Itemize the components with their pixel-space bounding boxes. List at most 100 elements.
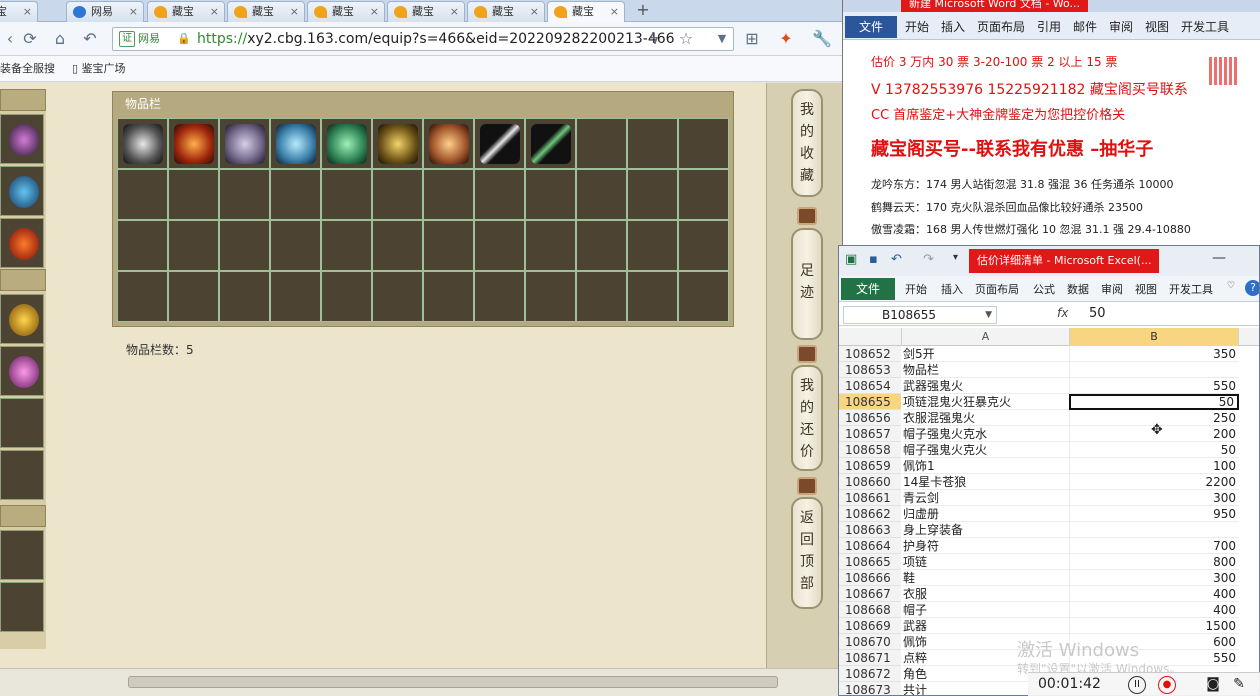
cell-b[interactable]: 300 xyxy=(1069,570,1239,586)
cell-a[interactable]: 武器强鬼火 xyxy=(903,378,1069,394)
game-icon[interactable]: ✦ xyxy=(776,29,796,49)
inventory-slot[interactable] xyxy=(372,220,423,271)
equip-slot[interactable] xyxy=(0,166,44,216)
chevron-down-icon[interactable]: ▼ xyxy=(712,29,732,49)
inventory-slot[interactable] xyxy=(627,220,678,271)
cell-a[interactable]: 剑5开 xyxy=(903,346,1069,362)
inventory-slot[interactable] xyxy=(678,118,729,169)
inventory-slot[interactable] xyxy=(321,220,372,271)
url-text[interactable]: https://xy2.cbg.163.com/equip?s=466&eid=… xyxy=(197,30,675,48)
equip-slot[interactable] xyxy=(0,114,44,164)
close-icon[interactable]: × xyxy=(23,2,32,21)
inventory-slot[interactable] xyxy=(270,118,321,169)
inventory-slot[interactable] xyxy=(321,118,372,169)
inventory-slot[interactable] xyxy=(576,118,627,169)
equip-slot[interactable] xyxy=(0,398,44,448)
inventory-slot[interactable] xyxy=(168,118,219,169)
inventory-slot[interactable] xyxy=(321,271,372,322)
row-number[interactable]: 108663 xyxy=(839,522,901,538)
my-favorites-button[interactable]: 我 的 收 藏 xyxy=(791,89,823,197)
inventory-slot[interactable] xyxy=(576,169,627,220)
minimize-icon[interactable]: — xyxy=(1212,250,1226,266)
inventory-slot[interactable] xyxy=(627,271,678,322)
chevron-down-icon[interactable]: ▼ xyxy=(985,307,992,323)
row-number[interactable]: 108662 xyxy=(839,506,901,522)
cell-a[interactable]: 护身符 xyxy=(903,538,1069,554)
horizontal-scrollbar[interactable] xyxy=(0,668,842,696)
my-counteroffer-button[interactable]: 我 的 还 价 xyxy=(791,365,823,471)
word-file-tab[interactable]: 文件 xyxy=(845,16,897,38)
pencil-icon[interactable]: ✎ xyxy=(1230,676,1248,694)
cell-a[interactable]: 物品栏 xyxy=(903,362,1069,378)
inventory-slot[interactable] xyxy=(372,271,423,322)
grid-icon[interactable]: ⊞ xyxy=(742,29,762,49)
cell-b[interactable] xyxy=(1069,522,1239,538)
excel-tab-data[interactable]: 数据 xyxy=(1067,281,1089,297)
row-number[interactable]: 108671 xyxy=(839,650,901,666)
cell-a[interactable]: 项链混鬼火狂暴克火 xyxy=(903,394,1069,410)
column-header-a[interactable]: A xyxy=(901,328,1069,346)
inventory-slot[interactable] xyxy=(372,118,423,169)
cell-b[interactable]: 400 xyxy=(1069,602,1239,618)
excel-tab-developer[interactable]: 开发工具 xyxy=(1169,281,1213,297)
scrollbar-thumb[interactable] xyxy=(128,676,778,688)
cell-b[interactable]: 950 xyxy=(1069,506,1239,522)
close-icon[interactable]: × xyxy=(129,2,138,21)
row-number[interactable]: 108667 xyxy=(839,586,901,602)
cell-a[interactable]: 衣服 xyxy=(903,586,1069,602)
row-number[interactable]: 108672 xyxy=(839,666,901,682)
inventory-slot[interactable] xyxy=(423,220,474,271)
cell-b[interactable] xyxy=(1069,362,1239,378)
equip-slot[interactable] xyxy=(0,346,44,396)
inventory-slot[interactable] xyxy=(678,220,729,271)
address-bar[interactable]: 证 网易 🔒 https://xy2.cbg.163.com/equip?s=4… xyxy=(112,27,734,51)
cell-b[interactable]: 1500 xyxy=(1069,618,1239,634)
row-number[interactable]: 108669 xyxy=(839,618,901,634)
inventory-slot[interactable] xyxy=(270,169,321,220)
cell-a[interactable]: 帽子强鬼火克水 xyxy=(903,426,1069,442)
row-number[interactable]: 108666 xyxy=(839,570,901,586)
row-number[interactable]: 108670 xyxy=(839,634,901,650)
inventory-slot[interactable] xyxy=(117,118,168,169)
tab-3[interactable]: 藏宝 × xyxy=(227,1,305,22)
tools-icon[interactable]: 🔧 xyxy=(812,29,832,49)
tab-2[interactable]: 藏宝 × xyxy=(147,1,225,22)
inventory-slot[interactable] xyxy=(474,169,525,220)
inventory-slot[interactable] xyxy=(168,169,219,220)
inventory-slot[interactable] xyxy=(525,118,576,169)
stop-button[interactable]: ● xyxy=(1158,676,1176,694)
undo-icon[interactable]: ↶ xyxy=(891,252,902,267)
function-icon[interactable]: fx xyxy=(1057,306,1068,320)
inventory-slot[interactable] xyxy=(423,271,474,322)
excel-tab-insert[interactable]: 插入 xyxy=(941,281,963,297)
word-tab-home[interactable]: 开始 xyxy=(905,18,929,35)
equip-slot[interactable] xyxy=(0,582,44,632)
equip-slot[interactable] xyxy=(0,294,44,344)
inventory-slot[interactable] xyxy=(678,271,729,322)
inventory-slot[interactable] xyxy=(474,220,525,271)
star-icon[interactable]: ☆ xyxy=(676,29,696,49)
word-tab-developer[interactable]: 开发工具 xyxy=(1181,18,1229,35)
word-tab-layout[interactable]: 页面布局 xyxy=(977,18,1025,35)
cell-b[interactable]: 100 xyxy=(1069,458,1239,474)
inventory-slot[interactable] xyxy=(117,220,168,271)
column-header-b[interactable]: B xyxy=(1069,328,1239,346)
inventory-slot[interactable] xyxy=(321,169,372,220)
cell-a[interactable]: 帽子 xyxy=(903,602,1069,618)
row-number[interactable]: 108668 xyxy=(839,602,901,618)
row-number[interactable]: 108665 xyxy=(839,554,901,570)
footprint-button[interactable]: 足 迹 xyxy=(791,228,823,340)
row-number[interactable]: 108656 xyxy=(839,410,901,426)
row-number[interactable]: 108664 xyxy=(839,538,901,554)
cell-a[interactable]: 佩饰1 xyxy=(903,458,1069,474)
cell-a[interactable]: 帽子强鬼火克火 xyxy=(903,442,1069,458)
word-tab-review[interactable]: 审阅 xyxy=(1109,18,1133,35)
cell-a[interactable]: 鞋 xyxy=(903,570,1069,586)
inventory-slot[interactable] xyxy=(678,169,729,220)
name-box[interactable]: B108655 ▼ xyxy=(843,306,997,324)
excel-tab-layout[interactable]: 页面布局 xyxy=(975,281,1019,297)
tab-7-active[interactable]: 藏宝 × xyxy=(547,1,625,22)
undo-icon[interactable]: ↶ xyxy=(80,29,100,49)
row-number[interactable]: 108659 xyxy=(839,458,901,474)
cell-b[interactable]: 550 xyxy=(1069,378,1239,394)
